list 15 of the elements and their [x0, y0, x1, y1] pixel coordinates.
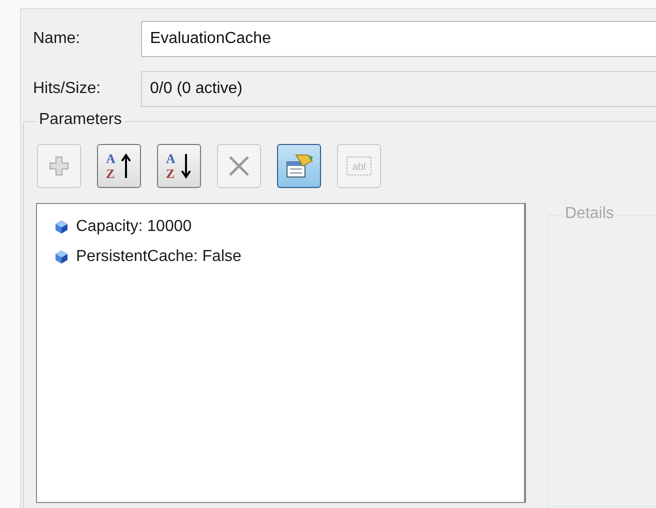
cube-icon — [55, 250, 68, 264]
hits-size-label: Hits/Size: — [33, 80, 102, 98]
text-field-icon: abl — [346, 155, 372, 177]
plus-icon — [48, 155, 70, 177]
name-label: Name: — [33, 30, 82, 48]
cross-icon — [227, 154, 251, 178]
properties-icon — [284, 152, 314, 180]
hits-size-field: 0/0 (0 active) — [141, 71, 656, 107]
properties-button[interactable] — [277, 144, 321, 188]
sort-ascending-button[interactable]: A Z — [97, 144, 141, 188]
name-field[interactable]: EvaluationCache — [141, 21, 656, 57]
parameter-item[interactable]: Capacity: 10000 — [76, 218, 192, 236]
cube-icon — [55, 220, 68, 234]
parameter-item[interactable]: PersistentCache: False — [76, 248, 242, 266]
sort-descending-button[interactable]: A Z — [157, 144, 201, 188]
